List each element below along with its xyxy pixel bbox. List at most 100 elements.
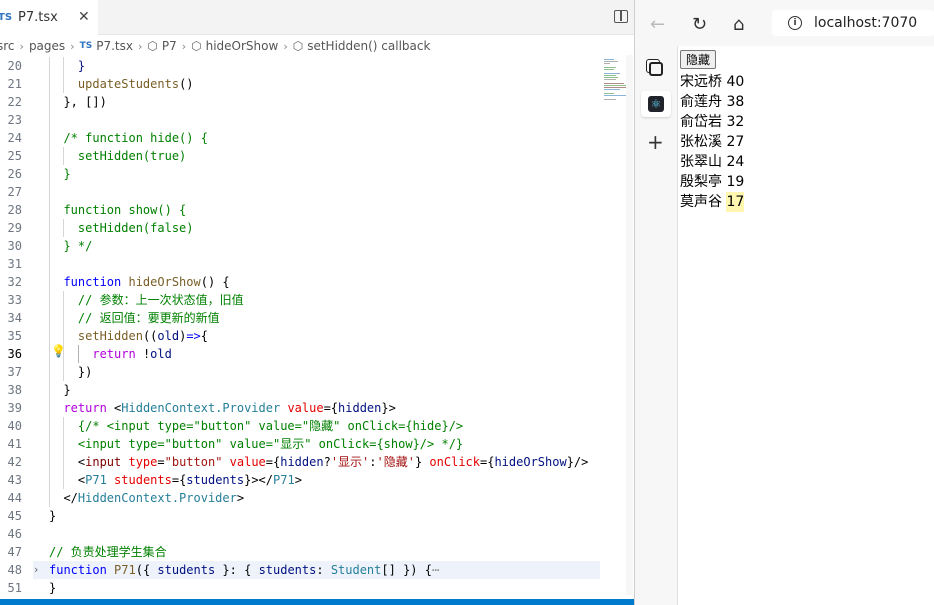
code-area[interactable]: 20 } 21 updateStudents() 22 }, []) 23 24 /* …: [0, 55, 600, 595]
code-line[interactable]: 42 <input type="button" value={hidden?'显…: [0, 453, 600, 471]
code-text: <P71 students={students}></P71>: [49, 473, 302, 487]
minimap-line: [604, 93, 614, 94]
code-text: }: [77, 59, 86, 73]
code-line[interactable]: 25 setHidden(true): [0, 147, 600, 165]
code-line[interactable]: 36 return !old: [0, 345, 600, 363]
minimap-line: [604, 63, 610, 64]
add-icon[interactable]: +: [647, 132, 664, 152]
code-line[interactable]: 26 }: [0, 165, 600, 183]
code-line[interactable]: 20 }: [0, 57, 600, 75]
line-number: 21: [7, 77, 22, 91]
address-bar[interactable]: i localhost:7070: [772, 10, 934, 36]
code-line[interactable]: 40 {/* <input type="button" value="隐藏" o…: [0, 417, 600, 435]
breadcrumb: src › pages › TS P7.tsx › ⬡ P7 › ⬡ hideOrShow › ⬡ setH…: [0, 36, 634, 56]
code-line[interactable]: 39 return <HiddenContext.Provider value=…: [0, 399, 600, 417]
minimap-line: [604, 59, 614, 60]
code-line[interactable]: 29 setHidden(false): [0, 219, 600, 237]
code-line[interactable]: 28 function show() {: [0, 201, 600, 219]
breadcrumb-item[interactable]: hideOrShow: [206, 39, 279, 53]
back-arrow-icon[interactable]: ←: [650, 14, 665, 35]
tabs-icon[interactable]: [649, 62, 663, 76]
code-line[interactable]: 48 function P71({ students }: { students:…: [0, 561, 600, 579]
code-line[interactable]: 31: [0, 255, 600, 273]
code-line[interactable]: 41 <input type="button" value="显示" onCli…: [0, 435, 600, 453]
code-line[interactable]: 34 // 返回值：要更新的新值: [0, 309, 600, 327]
fold-chevron-icon[interactable]: ›: [34, 561, 38, 579]
minimap-line: [604, 95, 626, 96]
student-item: 俞莲舟 38: [680, 94, 745, 110]
line-number: 38: [7, 383, 22, 397]
line-number: 27: [7, 185, 22, 199]
info-icon[interactable]: i: [788, 16, 802, 30]
line-number: 35: [7, 329, 22, 343]
minimap-line: [604, 67, 616, 68]
code-line[interactable]: 47 // 负责处理学生集合: [0, 543, 600, 561]
line-number: 46: [7, 527, 22, 541]
minimap-line: [604, 87, 628, 88]
code-text: <input type="button" value="显示" onClick=…: [77, 437, 464, 451]
line-number: 23: [7, 113, 22, 127]
status-bar: [0, 599, 634, 605]
code-line[interactable]: 27: [0, 183, 600, 201]
code-text: return !old: [92, 347, 172, 361]
url-text: localhost:7070: [814, 15, 918, 31]
code-text: </HiddenContext.Provider>: [49, 491, 245, 505]
line-number: 37: [7, 365, 22, 379]
breadcrumb-item[interactable]: src: [0, 39, 15, 53]
browser-sidebar: ⚛ +: [635, 46, 678, 605]
code-text: }: [49, 581, 57, 595]
typescript-icon: TS: [79, 41, 93, 51]
code-editor[interactable]: TS P7.tsx ✕ src › pages › TS P7.tsx › ⬡ P7 › ⬡ hide…: [0, 0, 634, 605]
code-text: // 返回值：要更新的新值: [77, 311, 220, 325]
line-number: 41: [7, 437, 22, 451]
breadcrumb-item[interactable]: P7.tsx: [96, 39, 133, 53]
minimap-line: [604, 83, 624, 84]
breadcrumb-separator-icon: ›: [283, 39, 288, 53]
code-line[interactable]: 43 <P71 students={students}></P71>: [0, 471, 600, 489]
reload-icon[interactable]: ↻: [692, 14, 707, 35]
code-line[interactable]: 22 }, []): [0, 93, 600, 111]
code-line[interactable]: 24 /* function hide() {: [0, 129, 600, 147]
indent-guide: [63, 291, 65, 381]
minimap-line: [604, 75, 616, 76]
code-line[interactable]: 44 </HiddenContext.Provider>: [0, 489, 600, 507]
code-text: updateStudents(): [77, 77, 194, 91]
line-number: 29: [7, 221, 22, 235]
web-page: 隐藏 宋远桥 40 俞莲舟 38 俞岱岩 32 张松溪 27 张翠山 24 殷梨亭 19 莫…: [679, 46, 934, 605]
indent-guide: [77, 345, 79, 363]
line-number: 33: [7, 293, 22, 307]
minimap-line: [604, 99, 616, 100]
code-line[interactable]: 33 // 参数：上一次状态值，旧值: [0, 291, 600, 309]
react-devtools-icon[interactable]: ⚛: [641, 91, 671, 117]
editor-scrollbar[interactable]: [626, 55, 633, 595]
split-editor-icon[interactable]: [614, 10, 628, 23]
lightbulb-icon[interactable]: 💡: [51, 344, 66, 358]
close-icon[interactable]: ✕: [78, 9, 90, 25]
code-text: } */: [63, 239, 93, 253]
student-list: 宋远桥 40 俞莲舟 38 俞岱岩 32 张松溪 27 张翠山 24 殷梨亭 19 莫声谷 …: [680, 72, 745, 212]
code-text: }): [49, 365, 93, 379]
breadcrumb-item[interactable]: P7: [162, 39, 177, 53]
breadcrumb-separator-icon: ›: [70, 39, 75, 53]
code-line[interactable]: 21 updateStudents(): [0, 75, 600, 93]
code-line[interactable]: 51}: [0, 579, 600, 597]
line-number: 22: [7, 95, 22, 109]
code-line[interactable]: 35 setHidden((old)=>{: [0, 327, 600, 345]
code-line[interactable]: 37 }): [0, 363, 600, 381]
code-line[interactable]: 45}: [0, 507, 600, 525]
code-line[interactable]: 38 }: [0, 381, 600, 399]
hide-toggle-button[interactable]: 隐藏: [680, 50, 717, 69]
line-number: 44: [7, 491, 22, 505]
code-line[interactable]: 30 } */: [0, 237, 600, 255]
breadcrumb-item[interactable]: pages: [29, 39, 65, 53]
tab-p7-tsx[interactable]: TS P7.tsx ✕: [0, 0, 98, 35]
code-line[interactable]: 46: [0, 525, 600, 543]
tab-label: P7.tsx: [18, 10, 58, 25]
code-line[interactable]: 32 function hideOrShow() {: [0, 273, 600, 291]
home-icon[interactable]: ⌂: [733, 14, 744, 35]
breadcrumb-item[interactable]: setHidden() callback: [307, 39, 430, 53]
code-line[interactable]: 23: [0, 111, 600, 129]
typescript-icon: TS: [0, 12, 13, 23]
code-text: setHidden((old)=>{: [77, 329, 208, 343]
indent-guide: [63, 57, 65, 93]
